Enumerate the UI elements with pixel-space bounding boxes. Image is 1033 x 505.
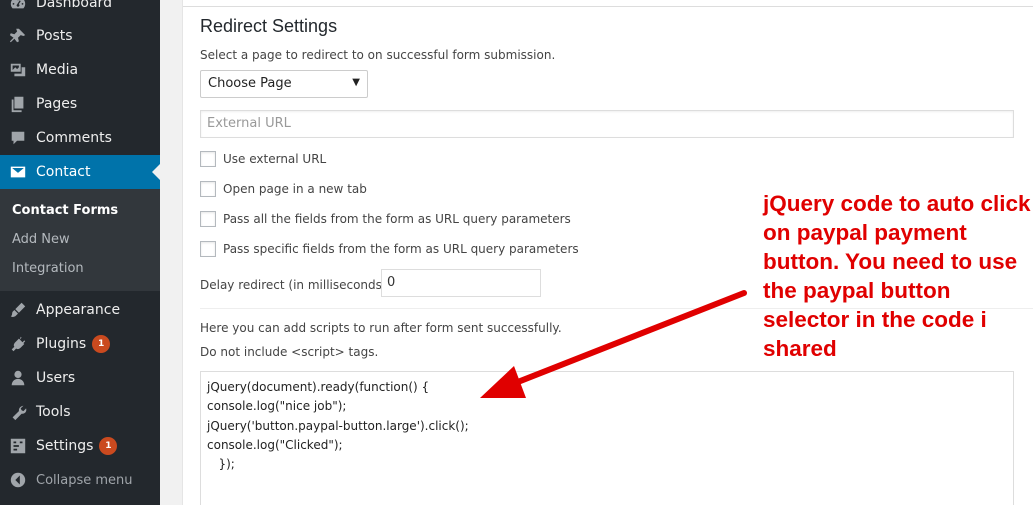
menu-label: Users: [36, 370, 76, 386]
scripts-note: Do not include <script> tags.: [200, 345, 379, 359]
brush-icon: [8, 300, 28, 320]
collapse-icon: [8, 470, 28, 490]
collapse-label: Collapse menu: [36, 472, 133, 488]
user-icon: [8, 368, 28, 388]
delay-input[interactable]: 0: [381, 269, 541, 297]
external-url-input[interactable]: External URL: [200, 110, 1014, 138]
dashboard-icon: [8, 0, 28, 13]
menu-label: Appearance: [36, 302, 121, 318]
menu-item-media[interactable]: Media: [0, 53, 160, 87]
submenu-item-contact-forms[interactable]: Contact Forms: [12, 203, 118, 218]
contact-submenu: Contact Forms Add New Integration: [0, 189, 160, 291]
menu-item-contact[interactable]: Contact: [0, 155, 160, 189]
select-description: Select a page to redirect to on successf…: [200, 48, 556, 62]
plug-icon: [8, 334, 28, 354]
checkbox-row[interactable]: Use external URL: [200, 151, 326, 167]
panel-top-edge: [183, 0, 1033, 7]
pin-icon: [8, 26, 28, 46]
menu-item-users[interactable]: Users: [0, 361, 160, 395]
wrench-icon: [8, 402, 28, 422]
menu-label: Contact: [36, 164, 91, 180]
menu-label: Tools: [36, 404, 71, 420]
menu-item-comments[interactable]: Comments: [0, 121, 160, 155]
pages-icon: [8, 94, 28, 114]
settings-icon: [8, 436, 28, 456]
envelope-icon: [8, 162, 28, 182]
section-heading: Redirect Settings: [200, 16, 338, 36]
menu-label: Comments: [36, 130, 112, 146]
comment-icon: [8, 128, 28, 148]
update-count-badge: 1: [92, 335, 111, 353]
checkbox-label: Use external URL: [223, 152, 327, 166]
media-icon: [8, 60, 28, 80]
script-textarea[interactable]: jQuery(document).ready(function() { cons…: [200, 371, 1014, 505]
menu-item-dashboard[interactable]: Dashboard: [0, 0, 160, 20]
menu-item-posts[interactable]: Posts: [0, 19, 160, 53]
menu-label: Dashboard: [36, 0, 112, 11]
update-count-badge: 1: [99, 437, 118, 455]
menu-item-pages[interactable]: Pages: [0, 87, 160, 121]
submenu-item-integration[interactable]: Integration: [12, 261, 84, 276]
checkbox-label: Open page in a new tab: [223, 182, 367, 196]
scripts-description: Here you can add scripts to run after fo…: [200, 321, 562, 335]
checkbox-label: Pass all the fields from the form as URL…: [223, 212, 571, 226]
new-tab-checkbox[interactable]: [200, 181, 216, 197]
pass-specific-fields-checkbox[interactable]: [200, 241, 216, 257]
use-external-url-checkbox[interactable]: [200, 151, 216, 167]
page-select-value: Choose Page: [208, 76, 292, 91]
menu-item-appearance[interactable]: Appearance: [0, 293, 160, 327]
menu-item-settings[interactable]: Settings 1: [0, 429, 160, 463]
menu-label: Settings: [36, 438, 94, 454]
admin-sidebar: Dashboard Posts Media Pages Comments Con…: [0, 0, 160, 505]
collapse-menu-button[interactable]: Collapse menu: [0, 463, 160, 497]
annotation-text: jQuery code to auto click on paypal paym…: [763, 191, 1031, 361]
pass-all-fields-checkbox[interactable]: [200, 211, 216, 227]
checkbox-row[interactable]: Pass all the fields from the form as URL…: [200, 211, 571, 227]
checkbox-row[interactable]: Open page in a new tab: [200, 181, 367, 197]
checkbox-label: Pass specific fields from the form as UR…: [223, 242, 579, 256]
menu-label: Posts: [36, 28, 73, 44]
checkbox-row[interactable]: Pass specific fields from the form as UR…: [200, 241, 579, 257]
menu-label: Media: [36, 62, 79, 78]
menu-label: Plugins: [36, 336, 87, 352]
menu-label: Pages: [36, 96, 78, 112]
page-select[interactable]: Choose Page ▼: [200, 70, 368, 98]
dropdown-arrow-icon: ▼: [352, 77, 360, 88]
menu-item-plugins[interactable]: Plugins 1: [0, 327, 160, 361]
menu-item-tools[interactable]: Tools: [0, 395, 160, 429]
delay-label: Delay redirect (in milliseconds): [200, 278, 387, 292]
submenu-item-add-new[interactable]: Add New: [12, 232, 70, 247]
